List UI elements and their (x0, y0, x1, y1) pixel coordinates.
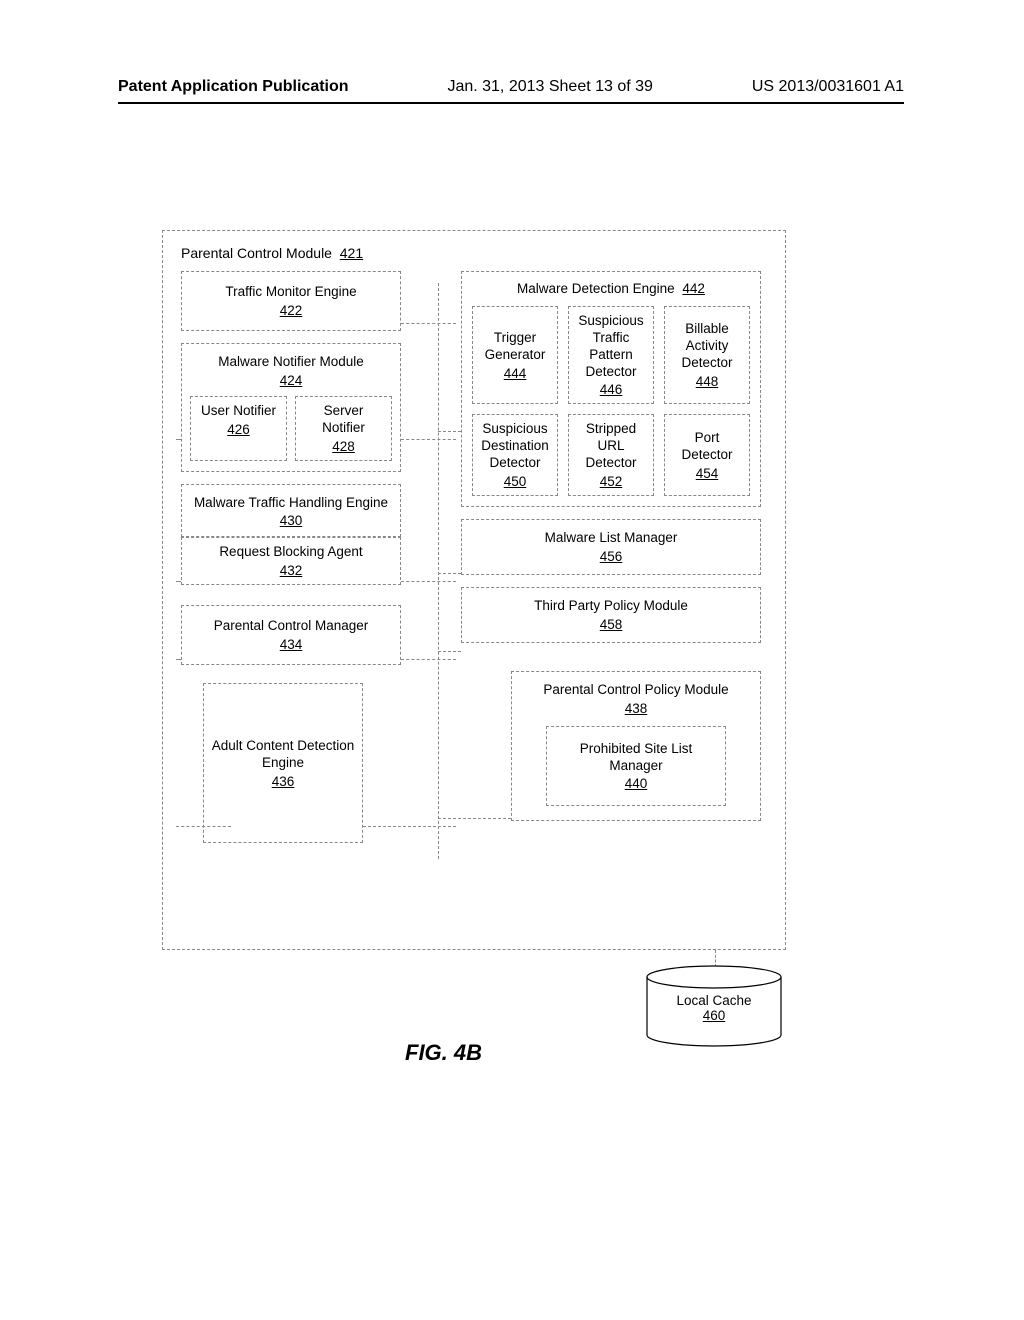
box-label: Request Blocking Agent (188, 544, 394, 561)
box-num: 458 (472, 617, 750, 632)
cache-num: 460 (645, 1008, 783, 1023)
parental-control-policy-module: Parental Control Policy Module 438 Prohi… (511, 671, 761, 822)
figure-caption: FIG. 4B (405, 1040, 482, 1066)
module-title: Parental Control Module 421 (181, 245, 767, 261)
malware-detection-engine: Malware Detection Engine 442 Trigger Gen… (461, 271, 761, 507)
box-num: 430 (190, 513, 392, 528)
box-label: Malware Detection Engine 442 (517, 281, 705, 296)
box-label: Stripped URL Detector (575, 421, 647, 472)
header-left: Patent Application Publication (118, 78, 349, 96)
box-label: Parental Control Policy Module (526, 682, 746, 699)
box-num: 440 (553, 776, 719, 791)
parental-control-module: Parental Control Module 421 Traffic Moni… (162, 230, 786, 950)
box-num: 448 (671, 374, 743, 389)
box-num: 454 (671, 466, 743, 481)
connector-adult (363, 826, 456, 827)
box-label: Port Detector (671, 430, 743, 464)
connector-detect (176, 439, 181, 440)
module-title-label: Parental Control Module (181, 245, 332, 261)
malware-notifier-module: Malware Notifier Module 424 User Notifie… (181, 343, 401, 472)
box-label: Parental Control Manager (188, 618, 394, 635)
box-num: 438 (526, 701, 746, 716)
connector-blocking (401, 581, 456, 582)
suspicious-traffic-detector: Suspicious Traffic Pattern Detector 446 (568, 306, 654, 405)
connector-notifier (401, 439, 456, 440)
connector-thirdparty (176, 659, 181, 660)
connector-spine-right-2 (438, 573, 461, 574)
box-num: 424 (190, 373, 392, 388)
box-label: Adult Content Detection Engine (210, 738, 356, 772)
box-label: Malware Notifier Module (190, 354, 392, 371)
stripped-url-detector: Stripped URL Detector 452 (568, 414, 654, 496)
header-right: US 2013/0031601 A1 (752, 78, 904, 96)
suspicious-destination-detector: Suspicious Destination Detector 450 (472, 414, 558, 496)
traffic-monitor-engine: Traffic Monitor Engine 422 (181, 271, 401, 331)
box-num: 444 (479, 366, 551, 381)
cache-label: Local Cache (676, 993, 751, 1008)
box-num: 434 (188, 637, 394, 652)
local-cache-cylinder: Local Cache 460 (645, 965, 783, 1047)
connector-spine-right-1 (438, 431, 461, 432)
malware-list-manager: Malware List Manager 456 (461, 519, 761, 575)
header-center: Jan. 31, 2013 Sheet 13 of 39 (447, 78, 653, 96)
box-num: 422 (188, 303, 394, 318)
third-party-policy-module: Third Party Policy Module 458 (461, 587, 761, 643)
request-blocking-agent: Request Blocking Agent 432 (181, 537, 401, 585)
box-num: 436 (210, 774, 356, 789)
connector-spine-right-3 (438, 651, 461, 652)
box-label: Server Notifier (302, 403, 385, 437)
box-num: 426 (197, 422, 280, 437)
connector-spine-right-4 (438, 818, 511, 819)
billable-activity-detector: Billable Activity Detector 448 (664, 306, 750, 405)
box-label: Suspicious Traffic Pattern Detector (575, 313, 647, 381)
box-num: 456 (472, 549, 750, 564)
box-label: Third Party Policy Module (472, 598, 750, 615)
box-label: Billable Activity Detector (671, 321, 743, 372)
connector-pcmanager (401, 659, 456, 660)
connector-mallist (176, 581, 181, 582)
adult-content-detection-engine: Adult Content Detection Engine 436 (203, 683, 363, 843)
connector-pcpolicy (176, 826, 231, 827)
box-num: 452 (575, 474, 647, 489)
box-label: Traffic Monitor Engine (188, 284, 394, 301)
connector-traffic (401, 323, 456, 324)
mal-detect-num: 442 (682, 281, 705, 296)
port-detector: Port Detector 454 (664, 414, 750, 496)
box-label: Malware Traffic Handling Engine (190, 495, 392, 512)
page-header: Patent Application Publication Jan. 31, … (118, 78, 904, 104)
box-label: Suspicious Destination Detector (479, 421, 551, 472)
server-notifier: Server Notifier 428 (295, 396, 392, 461)
mal-detect-label: Malware Detection Engine (517, 281, 675, 296)
box-label: User Notifier (197, 403, 280, 420)
box-num: 428 (302, 439, 385, 454)
box-label: Trigger Generator (479, 330, 551, 364)
box-num: 446 (575, 382, 647, 397)
parental-control-manager: Parental Control Manager 434 (181, 605, 401, 665)
box-num: 450 (479, 474, 551, 489)
box-label: Malware List Manager (472, 530, 750, 547)
malware-traffic-handling-engine: Malware Traffic Handling Engine 430 (181, 484, 401, 538)
user-notifier: User Notifier 426 (190, 396, 287, 461)
trigger-generator: Trigger Generator 444 (472, 306, 558, 405)
module-title-num: 421 (340, 245, 363, 261)
box-num: 432 (188, 563, 394, 578)
prohibited-site-list-manager: Prohibited Site List Manager 440 (546, 726, 726, 807)
box-label: Prohibited Site List Manager (553, 741, 719, 775)
